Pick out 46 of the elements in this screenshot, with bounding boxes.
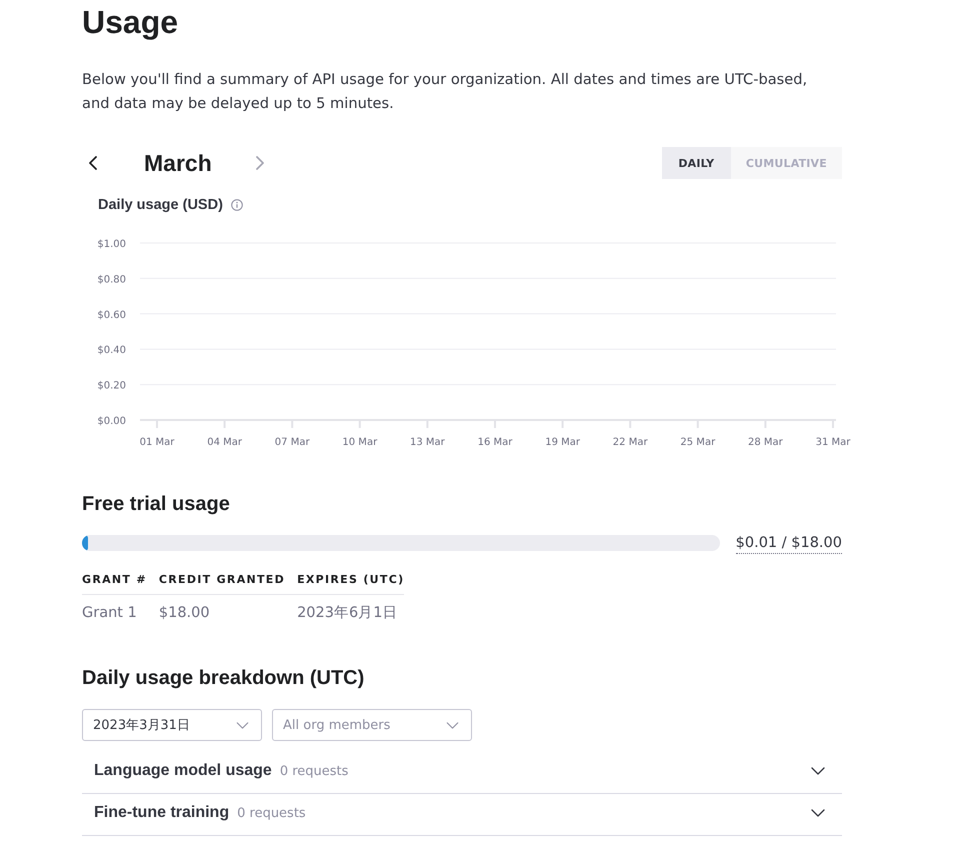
x-axis-label: 22 Mar (612, 437, 648, 448)
x-axis-label: 04 Mar (207, 437, 242, 448)
table-cell: $18.00 (158, 594, 298, 631)
x-axis-label: 13 Mar (410, 437, 445, 448)
chevron-down-icon (446, 722, 459, 729)
x-axis-label: 25 Mar (680, 437, 716, 448)
x-axis-label: 01 Mar (140, 437, 174, 448)
y-axis-label: $0.40 (97, 345, 126, 356)
usage-section-row[interactable]: Fine-tune training 0 requests (82, 794, 842, 836)
x-axis-label: 28 Mar (748, 437, 783, 448)
y-axis-label: $0.60 (97, 310, 126, 321)
section-title: Language model usage (94, 762, 272, 780)
chevron-down-icon (811, 809, 825, 817)
page-description: Below you'll find a summary of API usage for your organization. All dates and times are UTC-based, and data may be delayed up to 5 minutes. (82, 70, 808, 114)
chevron-right-icon (256, 156, 264, 170)
usage-amount: $0.01 / $18.00 (736, 532, 842, 554)
y-axis-label: $0.80 (97, 274, 126, 286)
info-icon (230, 199, 243, 211)
chevron-down-icon (236, 722, 249, 729)
month-title: March (144, 150, 212, 176)
column-header: CREDIT GRANTED (158, 566, 298, 594)
chart-title: Daily usage (USD) (98, 197, 223, 213)
usage-section-row[interactable]: Language model usage 0 requests (82, 752, 842, 794)
x-axis-label: 16 Mar (478, 437, 512, 448)
section-heading: Daily usage breakdown (UTC) (82, 666, 366, 691)
table-cell: Grant 1 (82, 594, 159, 631)
y-axis-label: $1.00 (97, 239, 126, 250)
section-title: Fine-tune training (94, 804, 230, 822)
y-axis-label: $0.20 (97, 380, 126, 392)
chevron-down-icon (811, 767, 825, 775)
y-axis-label: $0.00 (97, 416, 126, 427)
chevron-left-icon (89, 156, 97, 170)
section-heading: Free trial usage (82, 492, 231, 517)
view-tab[interactable]: DAILY (662, 147, 731, 179)
table-cell: 2023年6月1日 (297, 594, 404, 631)
x-axis-label: 10 Mar (342, 437, 378, 448)
date-select[interactable]: 2023年3月31日 (82, 709, 262, 741)
member-select[interactable]: All org members (272, 709, 472, 741)
request-count: 0 requests (280, 764, 348, 778)
x-axis-label: 31 Mar (816, 437, 850, 448)
x-axis-label: 19 Mar (545, 437, 580, 448)
page-title: Usage (82, 4, 180, 40)
x-axis-label: 07 Mar (274, 437, 310, 448)
column-header: EXPIRES (UTC) (297, 566, 404, 594)
request-count: 0 requests (237, 806, 306, 820)
column-header: GRANT # (82, 566, 159, 594)
